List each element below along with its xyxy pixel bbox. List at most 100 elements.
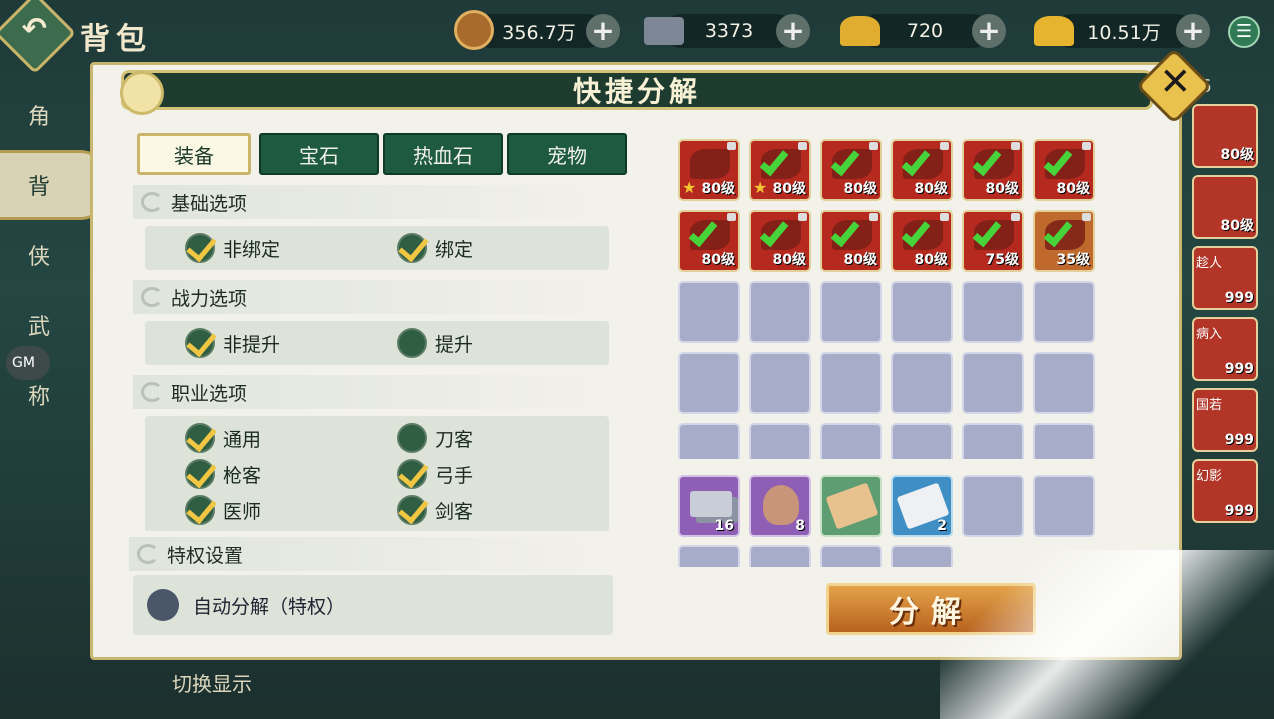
equipment-slot[interactable]: 80级 — [820, 139, 882, 201]
option-label: 提升 — [435, 333, 474, 356]
material-count: 8 — [795, 518, 805, 534]
empty-slot[interactable] — [749, 352, 811, 414]
option-no-upgrade[interactable]: 非提升 — [145, 325, 357, 361]
material-slot[interactable]: 2 — [891, 475, 953, 537]
empty-slot[interactable] — [749, 281, 811, 343]
empty-slot[interactable] — [1033, 352, 1095, 414]
equipment-slot[interactable]: ★ 80级 — [749, 139, 811, 201]
swirl-icon — [141, 382, 163, 402]
checkbox-checked-icon[interactable] — [397, 459, 427, 489]
empty-slot[interactable] — [962, 423, 1024, 459]
equipment-level: 35级 — [1056, 252, 1090, 268]
empty-slot[interactable] — [820, 352, 882, 414]
equipment-level: 80级 — [701, 181, 735, 197]
tab-equipment[interactable]: 装备 — [137, 133, 251, 175]
empty-slot[interactable] — [962, 475, 1024, 537]
empty-slot[interactable] — [962, 352, 1024, 414]
checkbox-unchecked-icon[interactable] — [397, 328, 427, 358]
option-general[interactable]: 通用 — [145, 420, 357, 456]
equipment-slot[interactable]: 75级 — [962, 210, 1024, 272]
checkbox-checked-icon[interactable] — [185, 233, 215, 263]
option-blade[interactable]: 刀客 — [357, 420, 569, 456]
swirl-icon — [137, 544, 159, 564]
bag-item[interactable]: 趁人 999 — [1192, 246, 1258, 310]
checkbox-checked-icon[interactable] — [185, 495, 215, 525]
nav-label: 武 — [28, 315, 51, 340]
empty-slot[interactable] — [962, 281, 1024, 343]
option-healer[interactable]: 医师 — [145, 492, 357, 528]
empty-slot[interactable] — [678, 423, 740, 459]
back-arrow-icon: ↶ — [21, 11, 47, 47]
tab-gem[interactable]: 宝石 — [259, 133, 379, 175]
dialog-header: 快捷分解 — [120, 70, 1153, 115]
add-coin-button[interactable]: + — [586, 14, 620, 48]
option-upgrade[interactable]: 提升 — [357, 325, 569, 361]
empty-slot[interactable] — [891, 352, 953, 414]
option-bound[interactable]: 绑定 — [357, 230, 569, 266]
empty-slot[interactable] — [891, 545, 953, 567]
empty-slot[interactable] — [1033, 281, 1095, 343]
radio-off-icon[interactable] — [147, 589, 179, 621]
equipment-slot[interactable]: 80级 — [891, 139, 953, 201]
option-spear[interactable]: 枪客 — [145, 456, 357, 492]
bag-item-level: 80级 — [1220, 147, 1254, 163]
bag-item[interactable]: 病入 999 — [1192, 317, 1258, 381]
option-sword[interactable]: 剑客 — [357, 492, 569, 528]
tab-bar: 装备 宝石 热血石 宠物 — [137, 133, 627, 175]
empty-slot[interactable] — [1033, 423, 1095, 459]
material-slot[interactable]: 8 — [749, 475, 811, 537]
equipment-slot[interactable]: 80级 — [749, 210, 811, 272]
gm-button[interactable]: GM — [6, 346, 50, 380]
bag-item[interactable]: 幻影 999 — [1192, 459, 1258, 523]
empty-slot[interactable] — [749, 423, 811, 459]
empty-slot[interactable] — [820, 423, 882, 459]
decompose-button[interactable]: 分解 — [826, 583, 1036, 635]
equipment-slot[interactable]: ★ 80级 — [678, 139, 740, 201]
equipment-level: 80级 — [914, 252, 948, 268]
equipment-slot[interactable]: 80级 — [820, 210, 882, 272]
corner-ornament-icon — [120, 71, 164, 115]
add-gold-button[interactable]: + — [972, 14, 1006, 48]
option-label: 医师 — [223, 500, 262, 523]
auto-decompose-toggle[interactable]: 自动分解（特权） — [133, 575, 613, 635]
checkbox-checked-icon[interactable] — [185, 328, 215, 358]
material-slot[interactable] — [820, 475, 882, 537]
checkbox-checked-icon[interactable] — [185, 423, 215, 453]
empty-slot[interactable] — [678, 352, 740, 414]
equipment-slot[interactable]: 35级 — [1033, 210, 1095, 272]
equipment-level: 80级 — [772, 252, 806, 268]
equipment-level: 80级 — [772, 181, 806, 197]
bag-item[interactable]: 80级 — [1192, 175, 1258, 239]
option-archer[interactable]: 弓手 — [357, 456, 569, 492]
checkbox-unchecked-icon[interactable] — [397, 423, 427, 453]
empty-slot[interactable] — [678, 281, 740, 343]
add-silver-button[interactable]: + — [776, 14, 810, 48]
equipment-slot[interactable]: 80级 — [891, 210, 953, 272]
bag-item[interactable]: 国若 999 — [1192, 388, 1258, 452]
equipment-slot[interactable]: 80级 — [962, 139, 1024, 201]
equipment-slot[interactable]: 80级 — [678, 210, 740, 272]
empty-slot[interactable] — [749, 545, 811, 567]
empty-slot[interactable] — [1033, 475, 1095, 537]
tab-blood-stone[interactable]: 热血石 — [383, 133, 503, 175]
checkbox-checked-icon[interactable] — [397, 233, 427, 263]
tab-pet[interactable]: 宠物 — [507, 133, 627, 175]
back-button[interactable]: ↶ — [0, 0, 77, 75]
option-unbound[interactable]: 非绑定 — [145, 230, 357, 266]
switch-display-button[interactable]: 切换显示 — [172, 668, 252, 697]
list-menu-icon[interactable]: ☰ — [1228, 16, 1260, 48]
material-count: 2 — [937, 518, 947, 534]
bag-item[interactable]: 80级 — [1192, 104, 1258, 168]
equipment-slot[interactable]: 80级 — [1033, 139, 1095, 201]
empty-slot[interactable] — [820, 545, 882, 567]
gold-ingot-icon — [1034, 16, 1074, 46]
silver-ingot-icon — [644, 17, 684, 45]
checkbox-checked-icon[interactable] — [397, 495, 427, 525]
checkbox-checked-icon[interactable] — [185, 459, 215, 489]
add-gold2-button[interactable]: + — [1176, 14, 1210, 48]
material-slot[interactable]: 16 — [678, 475, 740, 537]
empty-slot[interactable] — [820, 281, 882, 343]
empty-slot[interactable] — [891, 423, 953, 459]
empty-slot[interactable] — [891, 281, 953, 343]
empty-slot[interactable] — [678, 545, 740, 567]
